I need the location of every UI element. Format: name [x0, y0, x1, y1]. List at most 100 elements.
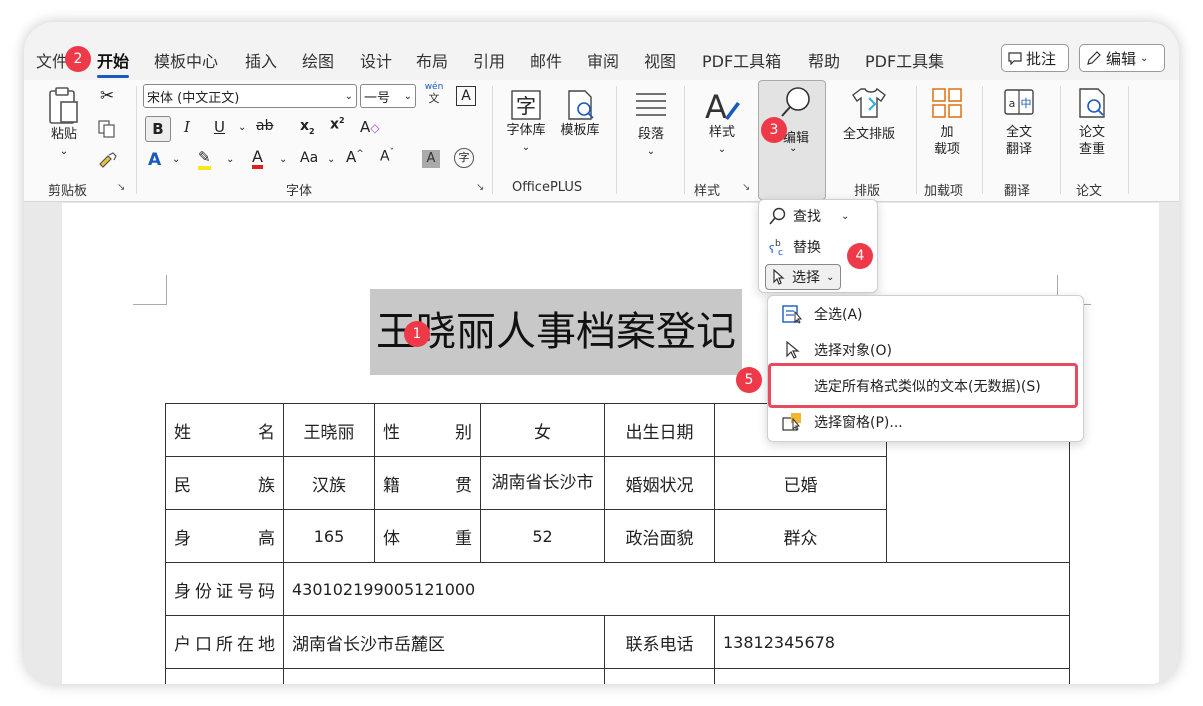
- table-cell[interactable]: 13812345678: [714, 615, 1070, 669]
- clipboard-icon: [49, 87, 78, 124]
- table-cell[interactable]: 汉族: [283, 456, 375, 510]
- table-cell[interactable]: 出生日期: [604, 403, 715, 457]
- document-page[interactable]: 王晓丽人事档案登记 姓 名 王晓丽 性 别 女 出生日期 5 民 族 汉族 籍 …: [62, 203, 1159, 684]
- chevron-down-icon[interactable]: ⌄: [172, 154, 180, 165]
- table-cell[interactable]: 165: [283, 509, 375, 563]
- highlight-color-icon[interactable]: ✎: [198, 148, 211, 170]
- paragraph-button[interactable]: 段落 ⌄: [628, 90, 674, 160]
- ribbon-separator: [1128, 86, 1129, 194]
- font-name-select[interactable]: 宋体 (中文正文) ⌄: [143, 84, 357, 108]
- chevron-down-icon[interactable]: ⌄: [327, 154, 335, 165]
- character-border-icon[interactable]: A: [456, 86, 476, 106]
- comment-button[interactable]: 批注: [1001, 44, 1069, 72]
- tab-pdf-toolbox[interactable]: PDF工具箱: [702, 48, 781, 72]
- translate-button[interactable]: a中 全文 翻译: [996, 86, 1042, 158]
- step-badge: 3: [761, 117, 787, 143]
- table-cell[interactable]: [283, 668, 605, 684]
- styles-group-label: 样式: [694, 184, 721, 199]
- tab-layout[interactable]: 布局: [416, 48, 448, 72]
- table-cell[interactable]: [714, 668, 1070, 684]
- select-objects-item[interactable]: 选择对象(O): [782, 340, 892, 360]
- table-cell[interactable]: 民 族: [165, 456, 284, 510]
- table-cell[interactable]: 已婚: [714, 456, 887, 510]
- paste-button[interactable]: 粘贴 ⌄: [42, 86, 86, 160]
- table-cell[interactable]: [604, 668, 715, 684]
- table-cell[interactable]: 婚姻状况: [604, 456, 715, 510]
- clear-formatting-icon[interactable]: A◇: [360, 118, 380, 136]
- font-size-select[interactable]: 一号 ⌄: [360, 84, 416, 108]
- editing-mode-button[interactable]: 编辑 ⌄: [1079, 44, 1165, 72]
- tab-pdf-toolset[interactable]: PDF工具集: [865, 48, 944, 72]
- table-cell[interactable]: 户口所在地: [165, 615, 284, 669]
- selection-pane-item[interactable]: 选择窗格(P)...: [782, 412, 903, 432]
- copy-icon[interactable]: [98, 120, 116, 138]
- grow-font-icon[interactable]: A^: [346, 148, 364, 166]
- table-cell[interactable]: 湖南省长沙市: [480, 456, 605, 510]
- addins-label-1: 加: [940, 125, 954, 140]
- find-button[interactable]: 查找 ⌄: [769, 206, 849, 226]
- template-library-button[interactable]: 模板库: [556, 88, 604, 139]
- table-cell[interactable]: 政治面貌: [604, 509, 715, 563]
- table-cell[interactable]: 女: [480, 403, 605, 457]
- full-layout-button[interactable]: 全文排版: [834, 86, 904, 143]
- table-cell[interactable]: 体 重: [374, 509, 481, 563]
- table-cell[interactable]: 群众: [714, 509, 887, 563]
- tab-mailings[interactable]: 邮件: [530, 48, 562, 72]
- table-cell[interactable]: 联系电话: [604, 615, 715, 669]
- table-cell[interactable]: 籍 贯: [374, 456, 481, 510]
- select-all-item[interactable]: 全选(A): [782, 304, 863, 324]
- tab-review[interactable]: 审阅: [587, 48, 619, 72]
- table-cell[interactable]: 王晓丽: [283, 403, 375, 457]
- enclose-characters-icon[interactable]: 字: [454, 148, 474, 168]
- ribbon: 粘贴 ⌄ ✂ 剪贴板 ↘ 宋体 (中文正文) ⌄ 一号 ⌄ wén 文 A B …: [24, 80, 1179, 202]
- table-cell[interactable]: 姓 名: [165, 403, 284, 457]
- table-cell[interactable]: 身份证号码: [165, 562, 284, 616]
- paste-label: 粘贴: [50, 127, 77, 142]
- chevron-down-icon: ⌄: [403, 90, 412, 102]
- format-painter-icon[interactable]: [98, 152, 118, 170]
- select-button[interactable]: 选择 ⌄: [765, 264, 842, 290]
- tab-file[interactable]: 文件: [36, 48, 68, 72]
- dialog-launcher-icon[interactable]: ↘: [476, 182, 484, 193]
- paper-check-button[interactable]: 论文 查重: [1069, 86, 1115, 158]
- text-effects-icon[interactable]: A: [148, 150, 161, 170]
- svg-text:c: c: [778, 248, 783, 256]
- change-case-button[interactable]: Aa: [300, 150, 318, 166]
- table-cell[interactable]: 性 别: [374, 403, 481, 457]
- chevron-down-icon[interactable]: ⌄: [238, 122, 246, 133]
- addins-button[interactable]: 加 载项: [924, 86, 970, 158]
- svg-text:中: 中: [1021, 97, 1032, 110]
- chevron-down-icon[interactable]: ⌄: [279, 154, 287, 165]
- replace-button[interactable]: ʕbc 替换: [769, 237, 821, 257]
- subscript-button[interactable]: x2: [300, 118, 315, 136]
- cut-icon[interactable]: ✂: [100, 86, 114, 106]
- table-cell[interactable]: 430102199005121000: [283, 562, 1070, 616]
- character-shading-icon[interactable]: A: [422, 150, 440, 168]
- tab-design[interactable]: 设计: [360, 48, 392, 72]
- dialog-launcher-icon[interactable]: ↘: [742, 182, 750, 193]
- shrink-font-icon[interactable]: Aˇ: [380, 148, 394, 165]
- tab-view[interactable]: 视图: [644, 48, 676, 72]
- tab-help[interactable]: 帮助: [808, 48, 840, 72]
- tab-template-center[interactable]: 模板中心: [154, 48, 218, 72]
- tab-insert[interactable]: 插入: [245, 48, 277, 72]
- phonetic-guide-button[interactable]: wén 文: [424, 82, 444, 104]
- italic-button[interactable]: I: [184, 118, 190, 136]
- superscript-button[interactable]: x2: [330, 116, 345, 133]
- font-color-icon[interactable]: A: [252, 148, 263, 169]
- chevron-down-icon[interactable]: ⌄: [226, 154, 234, 165]
- tab-home[interactable]: 开始: [97, 48, 130, 78]
- table-cell[interactable]: 身 高: [165, 509, 284, 563]
- bold-button[interactable]: B: [145, 116, 171, 142]
- tab-references[interactable]: 引用: [473, 48, 505, 72]
- table-cell[interactable]: 湖南省长沙市岳麓区: [283, 615, 605, 669]
- styles-button[interactable]: A 样式 ⌄: [700, 88, 744, 158]
- dialog-launcher-icon[interactable]: ↘: [117, 182, 125, 193]
- font-library-button[interactable]: 字 字体库 ⌄: [502, 88, 550, 156]
- table-cell[interactable]: [165, 668, 284, 684]
- layout-group-label: 排版: [854, 184, 881, 199]
- table-cell[interactable]: 52: [480, 509, 605, 563]
- underline-button[interactable]: U: [214, 118, 225, 136]
- strikethrough-button[interactable]: ab: [256, 118, 273, 134]
- tab-draw[interactable]: 绘图: [302, 48, 334, 72]
